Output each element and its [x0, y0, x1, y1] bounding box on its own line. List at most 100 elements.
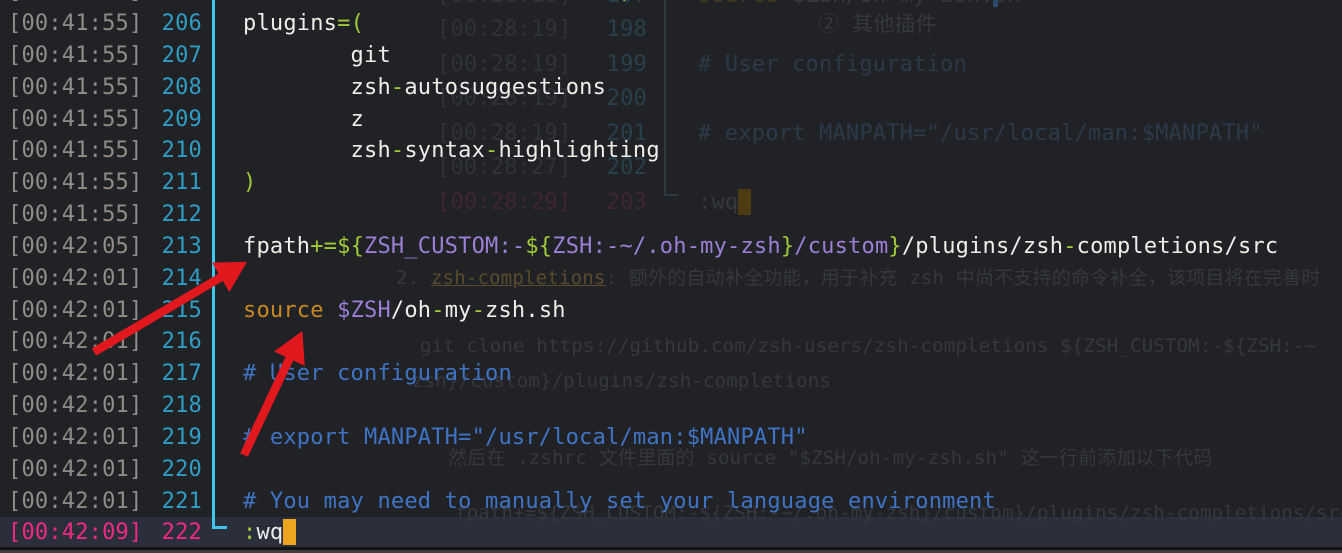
code-segment: ) [243, 170, 256, 195]
terminal-row[interactable]: [00:42:01]217 # User configuration [0, 358, 1342, 390]
terminal-row[interactable]: [00:42:09]222 :wq [0, 517, 1342, 549]
code-segment: - [472, 298, 485, 323]
code-segment: source [243, 298, 324, 323]
code-segment: z [243, 107, 364, 132]
timestamp: [00:41:55] [8, 104, 142, 136]
line-number: 215 [140, 295, 202, 327]
timestamp: [00:41:55] [8, 72, 142, 104]
code-line: # You may need to manually set your lang… [243, 486, 996, 518]
terminal-row[interactable]: [00:42:01]219# export MANPATH="/usr/loca… [0, 422, 1342, 454]
terminal-screen[interactable]: 2. zsh-completions: 额外的自动补全功能，用于补充 zsh 中… [0, 0, 1342, 553]
code-segment: } [781, 234, 794, 259]
code-line: git [243, 40, 391, 72]
code-segment: # export MANPATH="/usr/local/man:$MANPAT… [243, 425, 808, 450]
timestamp: [00:42:01] [8, 486, 142, 518]
code-segment: - [1063, 234, 1076, 259]
terminal-row[interactable]: [00:42:01]214 [0, 263, 1342, 295]
code-segment: } [888, 234, 901, 259]
code-line: zsh-syntax-highlighting [243, 135, 660, 167]
line-number: 217 [140, 358, 202, 390]
terminal-row[interactable]: [00:41:55]209 z [0, 104, 1342, 136]
line-number: 206 [140, 8, 202, 40]
terminal-row[interactable]: [00:41:55]208 zsh-autosuggestions [0, 72, 1342, 104]
code-segment: /oh [391, 298, 431, 323]
timestamp: [00:42:01] [8, 263, 142, 295]
timestamp: [00:41:55] [8, 167, 142, 199]
timestamp: [00:41:55] [8, 0, 142, 8]
code-line: ) [243, 167, 256, 199]
line-number: 208 [140, 72, 202, 104]
line-number: 210 [140, 135, 202, 167]
line-number: 214 [140, 263, 202, 295]
ghost-gutter-separator-line [664, 0, 666, 196]
line-number: 220 [140, 454, 202, 486]
code-segment: - [391, 75, 404, 100]
ghost-blue-cursor-fragment [993, 0, 998, 7]
line-number: 209 [140, 104, 202, 136]
code-line: plugins=( [243, 8, 364, 40]
timestamp: [00:41:55] [8, 8, 142, 40]
code-segment: my [445, 298, 472, 323]
code-segment: =( [337, 11, 364, 36]
block-cursor [283, 519, 296, 545]
code-segment: # You may need to manually set your lang… [243, 489, 996, 514]
code-segment: - [431, 298, 444, 323]
timestamp: [00:42:05] [8, 231, 142, 263]
terminal-row[interactable]: [00:42:01]218 [0, 390, 1342, 422]
terminal-rows: [00:41:55]205 )[00:41:55]206plugins=([00… [0, 0, 1342, 553]
code-segment: - [391, 138, 404, 163]
terminal-row[interactable]: [00:41:55]210 zsh-syntax-highlighting [0, 135, 1342, 167]
timestamp: [00:42:01] [8, 454, 142, 486]
terminal-row[interactable]: [00:41:55]212 [0, 199, 1342, 231]
terminal-row[interactable]: [00:41:55]207 git [0, 40, 1342, 72]
line-number: 207 [140, 40, 202, 72]
code-segment: - [485, 138, 498, 163]
code-segment: ) [619, 0, 632, 4]
code-segment: fpath [243, 234, 310, 259]
timestamp: [00:41:55] [8, 135, 142, 167]
code-line: ) [243, 0, 633, 8]
code-segment [243, 0, 619, 4]
line-number: 222 [140, 517, 202, 549]
code-line: # User configuration [243, 358, 512, 390]
terminal-row[interactable]: [00:41:55]206 plugins=( [0, 8, 1342, 40]
code-segment: zsh [243, 138, 391, 163]
code-line: source $ZSH/oh-my-zsh.sh [243, 295, 566, 327]
code-segment: wq [256, 520, 283, 545]
code-segment: +=${ [310, 234, 364, 259]
code-line: zsh-autosuggestions [243, 72, 606, 104]
code-segment: zsh.sh [485, 298, 566, 323]
terminal-row[interactable]: [00:41:55]205 ) [0, 0, 1342, 8]
code-line: # export MANPATH="/usr/local/man:$MANPAT… [243, 422, 808, 454]
code-segment: highlighting [498, 138, 659, 163]
gutter-separator-corner [212, 526, 227, 529]
terminal-row[interactable]: [00:42:05]213fpath+=${ZSH_CUSTOM:-${ZSH:… [0, 231, 1342, 263]
code-segment: git [243, 43, 391, 68]
code-segment [324, 298, 337, 323]
code-segment: $ZSH [337, 298, 391, 323]
code-segment: ${ [525, 234, 552, 259]
gutter-separator-line [212, 0, 215, 529]
code-segment: # User configuration [243, 361, 512, 386]
line-number: 205 [140, 0, 202, 8]
timestamp: [00:41:55] [8, 199, 142, 231]
terminal-row[interactable]: [00:42:01]216 [0, 326, 1342, 358]
timestamp: [00:42:01] [8, 390, 142, 422]
timestamp: [00:42:09] [8, 517, 142, 549]
timestamp: [00:42:01] [8, 422, 142, 454]
code-segment: completions/src [1077, 234, 1279, 259]
terminal-row[interactable]: [00:42:01]215source $ZSH/oh-my-zsh.sh [0, 295, 1342, 327]
timestamp: [00:42:01] [8, 295, 142, 327]
terminal-row[interactable]: [00:42:01]220 [0, 454, 1342, 486]
code-line: :wq [243, 517, 296, 549]
code-line: fpath+=${ZSH_CUSTOM:-${ZSH:-~/.oh-my-zsh… [243, 231, 1278, 263]
line-number: 211 [140, 167, 202, 199]
code-segment: zsh [243, 75, 391, 100]
code-segment: syntax [404, 138, 485, 163]
line-number: 221 [140, 486, 202, 518]
terminal-row[interactable]: [00:42:01]221 # You may need to manually … [0, 486, 1342, 518]
timestamp: [00:42:01] [8, 358, 142, 390]
code-segment: ZSH_CUSTOM:- [364, 234, 525, 259]
ghost-gutter-separator-corner [664, 194, 678, 196]
code-segment: ZSH:-~/.oh-my-zsh [552, 234, 781, 259]
